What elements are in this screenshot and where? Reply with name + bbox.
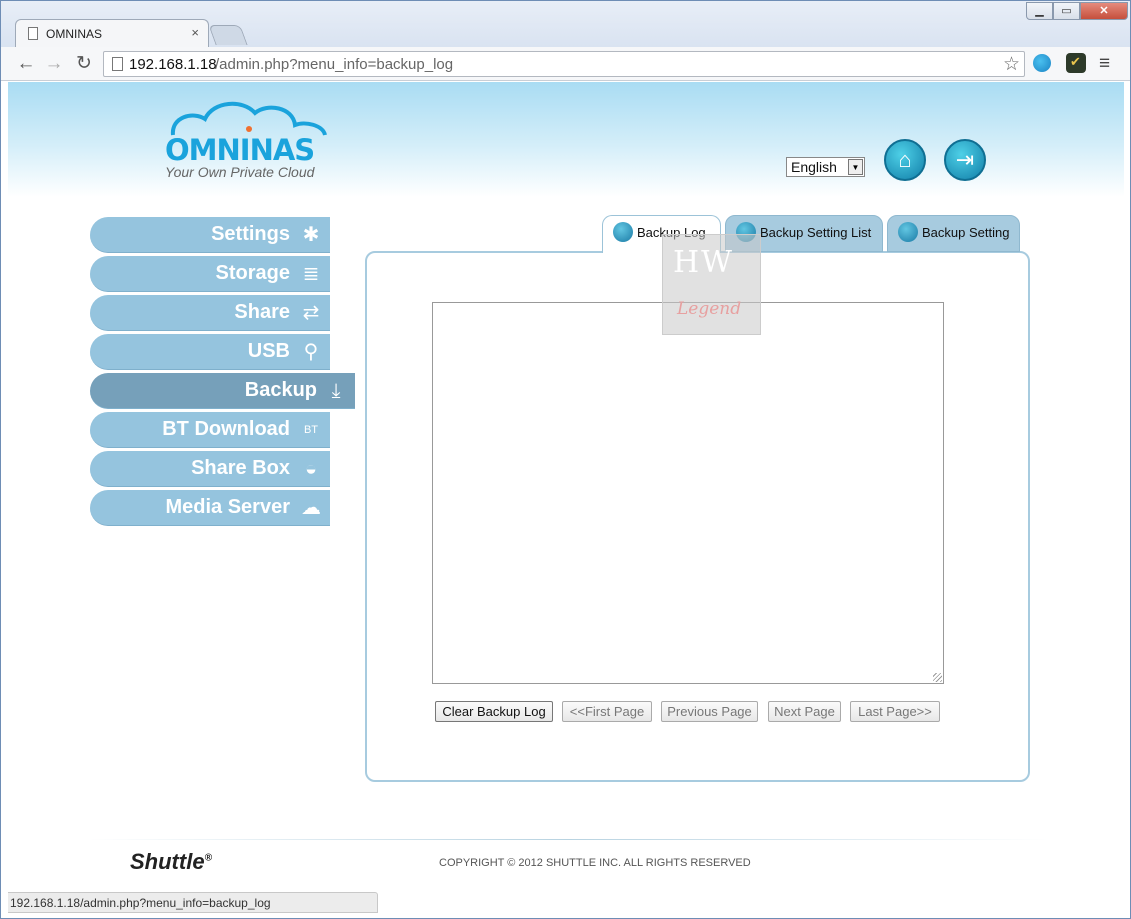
back-arrow-icon[interactable]: ←: [15, 53, 37, 75]
sidebar-item-label: USB: [247, 340, 290, 362]
sidebar-item-media-server[interactable]: Media Server ☁: [90, 490, 330, 526]
tab-backup-setting[interactable]: Backup Setting: [887, 215, 1020, 252]
copyright-text: COPYRIGHT © 2012 SHUTTLE INC. ALL RIGHTS…: [439, 857, 751, 869]
first-page-button[interactable]: <<First Page: [562, 701, 652, 722]
browser-tab[interactable]: OMNINAS ×: [15, 19, 209, 47]
home-button[interactable]: ⌂: [884, 139, 926, 181]
reload-icon[interactable]: ↻: [73, 53, 95, 75]
sidebar-item-label: Media Server: [165, 496, 290, 518]
sidebar-item-label: BT Download: [162, 418, 290, 440]
backup-setting-icon: [898, 222, 918, 242]
language-value: English: [791, 159, 837, 175]
cloud-logo-icon: [170, 101, 327, 136]
logout-button[interactable]: ⇥: [944, 139, 986, 181]
logout-icon: ⇥: [955, 147, 975, 172]
browser-menu-icon[interactable]: ≡: [1099, 53, 1110, 75]
watermark-top: HW: [673, 245, 734, 280]
registered-mark: ®: [204, 852, 212, 864]
skype-extension-icon[interactable]: [1033, 54, 1051, 72]
sidebar-item-share-box[interactable]: Share Box ◒: [90, 451, 330, 487]
storage-stack-icon: ≣: [302, 263, 320, 285]
next-page-button[interactable]: Next Page: [768, 701, 841, 722]
watermark-bottom: Legend: [677, 299, 742, 319]
language-select[interactable]: English ▼: [786, 157, 865, 177]
page-favicon-icon: [28, 27, 38, 40]
clear-backup-log-button[interactable]: Clear Backup Log: [435, 701, 553, 722]
tab-label: Backup Setting: [922, 225, 1010, 240]
sidebar-item-storage[interactable]: Storage ≣: [90, 256, 330, 292]
shuttle-brand: Shuttle: [130, 849, 205, 874]
sidebar-item-label: Backup: [244, 379, 317, 401]
sidebar-item-settings[interactable]: Settings ✱: [90, 217, 330, 253]
tools-icon: ✱: [302, 224, 320, 246]
forward-arrow-icon[interactable]: →: [43, 53, 65, 75]
tab-title: OMNINAS: [46, 27, 103, 41]
sidebar-item-label: Storage: [215, 262, 290, 284]
status-bar-url: 192.168.1.18/admin.php?menu_info=backup_…: [8, 892, 378, 913]
sidebar-item-label: Share Box: [191, 457, 290, 479]
address-bar[interactable]: 192.168.1.18 /admin.php?menu_info=backup…: [103, 51, 1025, 77]
page-icon: [112, 57, 123, 71]
bt-icon: BT: [303, 424, 319, 436]
share-arrows-icon: ⇄: [302, 302, 320, 324]
usb-icon: ⚲: [303, 341, 319, 363]
page-viewport: OMNINAS Your Own Private Cloud English ▼…: [8, 82, 1124, 918]
url-host: 192.168.1.18: [129, 56, 217, 73]
checker-extension-icon[interactable]: [1066, 53, 1086, 73]
sidebar-item-label: Settings: [211, 223, 290, 245]
tab-close-icon[interactable]: ×: [191, 25, 199, 40]
dropdown-arrow-icon: ▼: [848, 159, 863, 175]
resize-grip-icon: [933, 673, 942, 682]
title-bar: OMNINAS × ▁ ▭ ✕: [1, 1, 1130, 47]
last-page-button[interactable]: Last Page>>: [850, 701, 940, 722]
url-path: /admin.php?menu_info=backup_log: [215, 56, 454, 73]
logo-text: OMNINAS: [165, 133, 315, 167]
resize-grip[interactable]: [933, 673, 942, 682]
backup-log-textarea[interactable]: [432, 302, 944, 684]
sidebar-item-usb[interactable]: USB ⚲: [90, 334, 330, 370]
sidebar-item-label: Share: [234, 301, 290, 323]
browser-toolbar: ← → ↻ 192.168.1.18 /admin.php?menu_info=…: [1, 47, 1130, 81]
home-icon: ⌂: [898, 147, 912, 172]
previous-page-button[interactable]: Previous Page: [661, 701, 758, 722]
backup-log-icon: [613, 222, 633, 242]
watermark: HW Legend: [662, 234, 761, 335]
bookmark-star-icon[interactable]: ☆: [1003, 53, 1020, 76]
footer-divider: [88, 839, 1048, 840]
sidebar-item-share[interactable]: Share ⇄: [90, 295, 330, 331]
logo-tagline: Your Own Private Cloud: [165, 164, 315, 180]
shuttle-logo: Shuttle®: [130, 849, 212, 875]
sidebar-item-backup[interactable]: Backup ⤓: [90, 373, 355, 409]
minimize-button[interactable]: ▁: [1026, 2, 1053, 20]
backup-download-icon: ⤓: [331, 380, 341, 402]
media-server-cloud-icon: ☁: [301, 497, 321, 519]
tab-label: Backup Setting List: [760, 225, 872, 240]
new-tab-button[interactable]: [208, 25, 248, 45]
maximize-button[interactable]: ▭: [1053, 2, 1080, 20]
omninas-logo[interactable]: OMNINAS Your Own Private Cloud: [163, 97, 333, 187]
sidebar-item-bt-download[interactable]: BT Download BT: [90, 412, 330, 448]
share-box-globe-icon: ◒: [304, 458, 318, 480]
close-window-button[interactable]: ✕: [1080, 2, 1128, 20]
browser-window: OMNINAS × ▁ ▭ ✕ ← → ↻ 192.168.1.18 /admi…: [0, 0, 1131, 919]
